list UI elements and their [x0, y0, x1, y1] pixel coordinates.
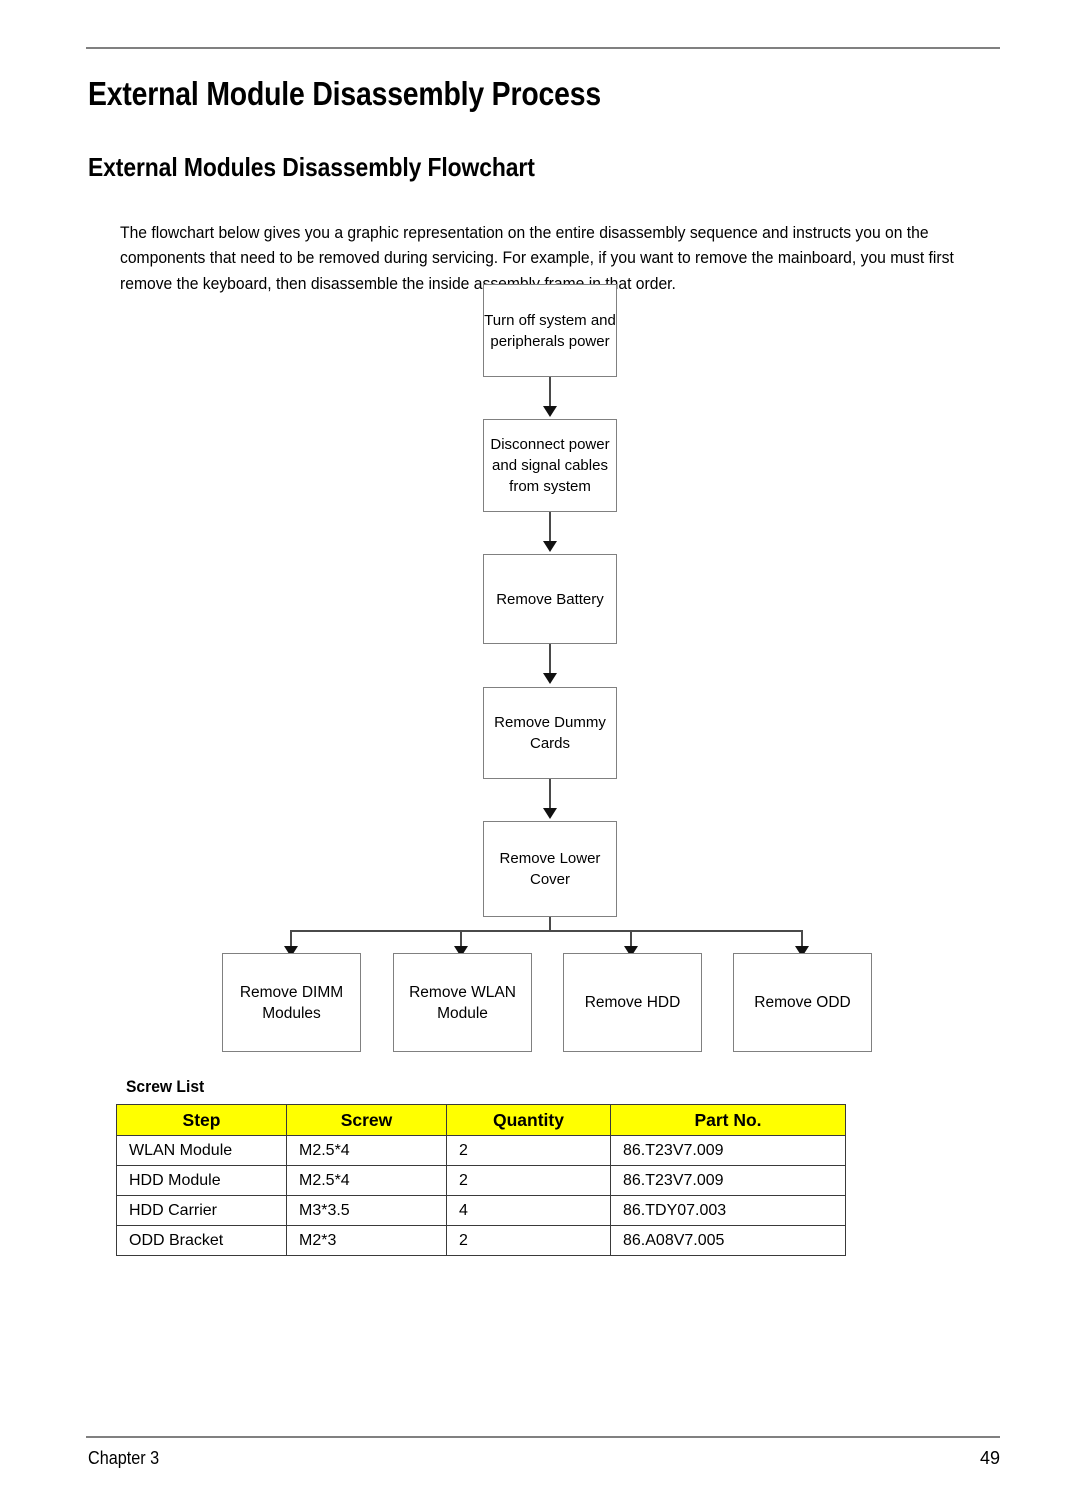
- footer-rule: [86, 1436, 1000, 1438]
- column-header-part-no: Part No.: [610, 1104, 846, 1136]
- cell-part-no: 86.T23V7.009: [610, 1165, 846, 1196]
- cell-step: HDD Carrier: [116, 1195, 287, 1226]
- flow-step-remove-battery[interactable]: Remove Battery: [483, 554, 617, 644]
- branch-leg-1: [290, 930, 292, 950]
- screw-list-label: Screw List: [126, 1077, 205, 1096]
- table-row: WLAN Module M2.5*4 2 86.T23V7.009: [116, 1135, 846, 1166]
- arrowhead-4: [543, 808, 557, 819]
- column-header-screw: Screw: [286, 1104, 447, 1136]
- arrowhead-2: [543, 541, 557, 552]
- cell-part-no: 86.TDY07.003: [610, 1195, 846, 1226]
- cell-step: HDD Module: [116, 1165, 287, 1196]
- footer-chapter: Chapter 3: [88, 1448, 160, 1468]
- flow-step-remove-odd[interactable]: Remove ODD: [733, 953, 872, 1052]
- table-row: HDD Module M2.5*4 2 86.T23V7.009: [116, 1165, 846, 1196]
- column-header-step: Step: [116, 1104, 287, 1136]
- cell-quantity: 2: [446, 1225, 611, 1256]
- connector-3: [549, 644, 551, 677]
- cell-step: WLAN Module: [116, 1135, 287, 1166]
- flow-step-remove-dummy-cards[interactable]: Remove Dummy Cards: [483, 687, 617, 779]
- cell-screw: M2.5*4: [286, 1135, 447, 1166]
- flow-step-remove-wlan-module[interactable]: Remove WLAN Module: [393, 953, 532, 1052]
- connector-2: [549, 512, 551, 545]
- cell-screw: M2*3: [286, 1225, 447, 1256]
- branch-leg-4: [801, 930, 803, 950]
- table-row: HDD Carrier M3*3.5 4 86.TDY07.003: [116, 1195, 846, 1226]
- flow-step-remove-dimm-modules[interactable]: Remove DIMM Modules: [222, 953, 361, 1052]
- cell-part-no: 86.T23V7.009: [610, 1135, 846, 1166]
- page-title: External Module Disassembly Process: [88, 75, 601, 112]
- footer-page-number: 49: [979, 1448, 1000, 1468]
- flow-step-remove-hdd[interactable]: Remove HDD: [563, 953, 702, 1052]
- branch-leg-2: [460, 930, 462, 950]
- branch-stem: [549, 917, 551, 931]
- flow-step-turn-off-system[interactable]: Turn off system and peripherals power: [483, 284, 617, 377]
- cell-step: ODD Bracket: [116, 1225, 287, 1256]
- connector-1: [549, 377, 551, 410]
- cell-part-no: 86.A08V7.005: [610, 1225, 846, 1256]
- screw-list-table: Step Screw Quantity Part No. WLAN Module…: [116, 1104, 846, 1256]
- cell-screw: M3*3.5: [286, 1195, 447, 1226]
- flow-step-disconnect-power[interactable]: Disconnect power and signal cables from …: [483, 419, 617, 512]
- section-heading: External Modules Disassembly Flowchart: [88, 152, 535, 182]
- table-row: ODD Bracket M2*3 2 86.A08V7.005: [116, 1225, 846, 1256]
- cell-quantity: 2: [446, 1135, 611, 1166]
- branch-leg-3: [630, 930, 632, 950]
- column-header-quantity: Quantity: [446, 1104, 611, 1136]
- table-header-row: Step Screw Quantity Part No.: [116, 1104, 846, 1136]
- flow-step-remove-lower-cover[interactable]: Remove Lower Cover: [483, 821, 617, 917]
- arrowhead-3: [543, 673, 557, 684]
- cell-quantity: 4: [446, 1195, 611, 1226]
- cell-screw: M2.5*4: [286, 1165, 447, 1196]
- branch-bus: [290, 930, 803, 932]
- connector-4: [549, 779, 551, 812]
- arrowhead-1: [543, 406, 557, 417]
- header-rule: [86, 47, 1000, 49]
- cell-quantity: 2: [446, 1165, 611, 1196]
